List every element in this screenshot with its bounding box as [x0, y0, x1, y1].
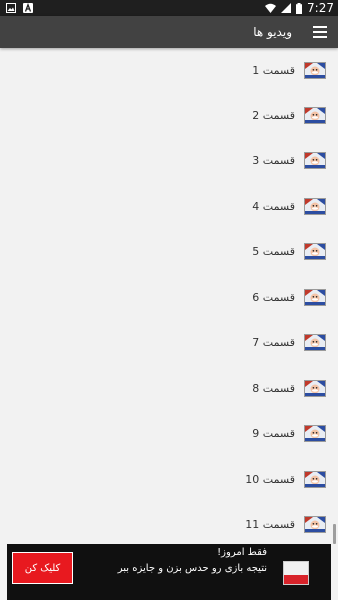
cartoon-thumbnail-icon [305, 199, 325, 214]
episode-label: قسمت 3 [252, 154, 295, 167]
episode-label: قسمت 2 [252, 109, 295, 122]
episode-thumbnail [304, 152, 326, 169]
status-bar: 7:27 [0, 0, 338, 16]
cartoon-thumbnail-icon [305, 153, 325, 168]
episode-thumbnail [304, 516, 326, 533]
list-item[interactable]: قسمت 10 [0, 457, 338, 502]
list-item[interactable]: قسمت 9 [0, 411, 338, 456]
cartoon-thumbnail-icon [305, 472, 325, 487]
episode-thumbnail [304, 62, 326, 79]
cartoon-thumbnail-icon [305, 517, 325, 532]
episode-thumbnail [304, 107, 326, 124]
episode-label: قسمت 10 [245, 473, 295, 486]
episode-label: قسمت 1 [252, 64, 295, 77]
ad-banner[interactable]: کلیک کن فقط امروز! نتیجه بازی رو حدس بزن… [7, 544, 331, 600]
cartoon-thumbnail-icon [305, 290, 325, 305]
cartoon-thumbnail-icon [305, 108, 325, 123]
episode-label: قسمت 5 [252, 245, 295, 258]
menu-button[interactable] [310, 22, 330, 42]
page-title: ویدیو ها [253, 25, 292, 39]
list-item[interactable]: قسمت 3 [0, 138, 338, 183]
cartoon-thumbnail-icon [305, 426, 325, 441]
battery-icon [296, 2, 303, 14]
ad-body-text: نتیجه بازی رو حدس بزن و جایزه ببر [117, 563, 267, 574]
episode-thumbnail [304, 425, 326, 442]
scrollbar-thumb[interactable] [333, 524, 336, 544]
ad-headline: فقط امروز! [217, 547, 267, 558]
cartoon-thumbnail-icon [305, 335, 325, 350]
episode-label: قسمت 8 [252, 382, 295, 395]
image-notification-icon [6, 3, 16, 13]
list-item[interactable]: قسمت 5 [0, 229, 338, 274]
wifi-icon [265, 3, 277, 13]
ad-cta-button[interactable]: کلیک کن [12, 552, 73, 584]
episode-label: قسمت 9 [252, 427, 295, 440]
episode-thumbnail [304, 289, 326, 306]
episode-thumbnail [304, 334, 326, 351]
episode-label: قسمت 6 [252, 291, 295, 304]
list-item[interactable]: قسمت 1 [0, 48, 338, 93]
cartoon-thumbnail-icon [305, 381, 325, 396]
episode-label: قسمت 4 [252, 200, 295, 213]
ad-logo [283, 561, 309, 585]
episode-thumbnail [304, 243, 326, 260]
cartoon-thumbnail-icon [305, 63, 325, 78]
cellular-signal-icon [281, 3, 292, 13]
cartoon-thumbnail-icon [305, 244, 325, 259]
letter-a-notification-icon [23, 3, 33, 13]
episode-thumbnail [304, 471, 326, 488]
list-item[interactable]: قسمت 7 [0, 320, 338, 365]
status-system: 7:27 [265, 0, 334, 16]
list-item[interactable]: قسمت 4 [0, 184, 338, 229]
status-clock: 7:27 [307, 1, 334, 15]
status-notifications [6, 3, 33, 13]
list-item[interactable]: قسمت 6 [0, 275, 338, 320]
episode-label: قسمت 7 [252, 336, 295, 349]
episode-thumbnail [304, 380, 326, 397]
list-item[interactable]: قسمت 8 [0, 366, 338, 411]
list-item[interactable]: قسمت 11 [0, 502, 338, 544]
episode-label: قسمت 11 [245, 518, 295, 531]
app-bar: ویدیو ها [0, 16, 338, 48]
list-item[interactable]: قسمت 2 [0, 93, 338, 138]
hamburger-menu-icon [313, 26, 327, 28]
episode-list[interactable]: قسمت 1 قسمت 2 قسمت 3 قسمت 4 قسمت 5 قسمت … [0, 48, 338, 544]
episode-thumbnail [304, 198, 326, 215]
